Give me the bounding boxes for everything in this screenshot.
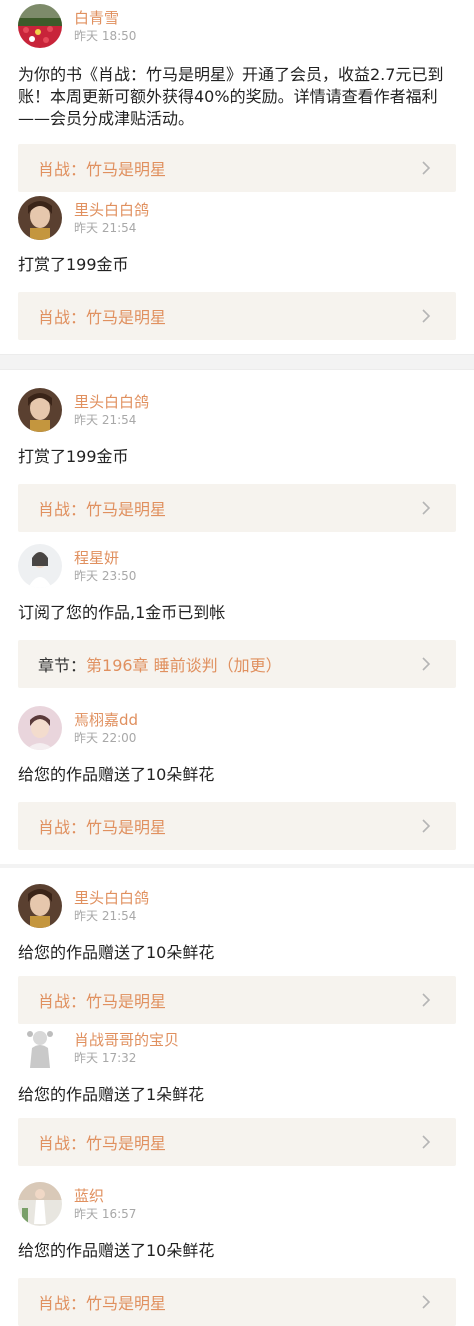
chevron-right-icon	[416, 158, 436, 178]
user-name[interactable]: 肖战哥哥的宝贝	[74, 1031, 179, 1049]
book-link-card[interactable]: 肖战：竹马是明星	[18, 802, 456, 850]
book-link-card[interactable]: 肖战：竹马是明星	[18, 1118, 456, 1166]
notification-message: 给您的作品赠送了10朵鲜花	[18, 1241, 215, 1260]
woman-portrait-avatar-icon[interactable]	[18, 388, 62, 432]
notification-message: 给您的作品赠送了10朵鲜花	[18, 943, 215, 962]
book-link-card[interactable]: 肖战：竹马是明星	[18, 292, 456, 340]
book-link-card[interactable]: 肖战：竹马是明星	[18, 976, 456, 1024]
timestamp: 昨天 21:54	[74, 220, 137, 235]
notification-message: 给您的作品赠送了1朵鲜花	[18, 1085, 205, 1104]
section-divider	[0, 354, 474, 370]
timestamp: 昨天 23:50	[74, 568, 137, 583]
sketch-figure-avatar-icon[interactable]	[18, 1026, 62, 1070]
notification-item: 里头白白鸽 昨天 21:54 打赏了199金币 肖战：竹马是明星	[0, 370, 474, 532]
notification-item: 肖战哥哥的宝贝 昨天 17:32 给您的作品赠送了1朵鲜花 肖战：竹马是明星	[0, 1024, 474, 1166]
timestamp: 昨天 18:50	[74, 28, 137, 43]
notification-message: 给您的作品赠送了10朵鲜花	[18, 765, 215, 784]
notification-message: 订阅了您的作品,1金币已到帐	[18, 603, 226, 622]
timestamp: 昨天 21:54	[74, 412, 137, 427]
chevron-right-icon	[416, 498, 436, 518]
timestamp: 昨天 22:00	[74, 730, 137, 745]
chevron-right-icon	[416, 654, 436, 674]
notification-item: 焉栩嘉dd 昨天 22:00 给您的作品赠送了10朵鲜花 肖战：竹马是明星	[0, 688, 474, 850]
white-dress-avatar-icon[interactable]	[18, 544, 62, 588]
chevron-right-icon	[416, 990, 436, 1010]
link-title: 肖战：竹马是明星	[38, 1134, 167, 1153]
link-title: 第196章 睡前谈判（加更）	[86, 656, 282, 675]
notification-item: 蓝织 昨天 16:57 给您的作品赠送了10朵鲜花 肖战：竹马是明星	[0, 1166, 474, 1326]
notification-header: 白青雪 昨天 18:50	[0, 4, 474, 48]
notification-header: 里头白白鸽 昨天 21:54	[0, 196, 474, 240]
notification-item: 白青雪 昨天 18:50 为你的书《肖战：竹马是明星》开通了会员，收益2.7元已…	[0, 0, 474, 192]
timestamp: 昨天 16:57	[74, 1206, 137, 1221]
user-name[interactable]: 里头白白鸽	[74, 393, 149, 411]
link-title: 肖战：竹马是明星	[38, 818, 167, 837]
link-title: 肖战：竹马是明星	[38, 308, 167, 327]
chevron-right-icon	[416, 1292, 436, 1312]
notification-message: 打赏了199金币	[18, 255, 129, 274]
notification-message: 打赏了199金币	[18, 447, 129, 466]
user-name[interactable]: 焉栩嘉dd	[74, 711, 138, 729]
notification-item: 里头白白鸽 昨天 21:54 给您的作品赠送了10朵鲜花 肖战：竹马是明星	[0, 868, 474, 1024]
woman-portrait-avatar-icon[interactable]	[18, 884, 62, 928]
notification-message: 为你的书《肖战：竹马是明星》开通了会员，收益2.7元已到账！本周更新可额外获得4…	[18, 65, 444, 128]
notification-header: 焉栩嘉dd 昨天 22:00	[0, 706, 474, 750]
standing-figure-avatar-icon[interactable]	[18, 1182, 62, 1226]
notification-item: 程星妍 昨天 23:50 订阅了您的作品,1金币已到帐 章节： 第196章 睡前…	[0, 532, 474, 688]
chevron-right-icon	[416, 306, 436, 326]
timestamp: 昨天 17:32	[74, 1050, 137, 1065]
timestamp: 昨天 21:54	[74, 908, 137, 923]
user-name[interactable]: 蓝织	[74, 1187, 136, 1205]
link-title: 肖战：竹马是明星	[38, 160, 167, 179]
link-title: 肖战：竹马是明星	[38, 500, 167, 519]
link-prefix: 章节：	[38, 656, 87, 675]
user-name[interactable]: 里头白白鸽	[74, 889, 149, 907]
book-link-card[interactable]: 肖战：竹马是明星	[18, 484, 456, 532]
user-name[interactable]: 白青雪	[74, 9, 136, 27]
tulip-field-avatar-icon[interactable]	[18, 4, 62, 48]
notification-header: 蓝织 昨天 16:57	[0, 1182, 474, 1226]
user-name[interactable]: 里头白白鸽	[74, 201, 149, 219]
pink-portrait-avatar-icon[interactable]	[18, 706, 62, 750]
notification-header: 里头白白鸽 昨天 21:54	[0, 884, 474, 928]
woman-portrait-avatar-icon[interactable]	[18, 196, 62, 240]
notification-item: 里头白白鸽 昨天 21:54 打赏了199金币 肖战：竹马是明星	[0, 192, 474, 340]
chevron-right-icon	[416, 1132, 436, 1152]
chapter-link-card[interactable]: 章节： 第196章 睡前谈判（加更）	[18, 640, 456, 688]
chevron-right-icon	[416, 816, 436, 836]
book-link-card[interactable]: 肖战：竹马是明星	[18, 144, 456, 192]
book-link-card[interactable]: 肖战：竹马是明星	[18, 1278, 456, 1326]
link-title: 肖战：竹马是明星	[38, 992, 167, 1011]
user-name[interactable]: 程星妍	[74, 549, 136, 567]
notification-header: 里头白白鸽 昨天 21:54	[0, 388, 474, 432]
notification-header: 肖战哥哥的宝贝 昨天 17:32	[0, 1026, 474, 1070]
notification-feed: 白青雪 昨天 18:50 为你的书《肖战：竹马是明星》开通了会员，收益2.7元已…	[0, 0, 474, 1326]
notification-header: 程星妍 昨天 23:50	[0, 544, 474, 588]
link-title: 肖战：竹马是明星	[38, 1294, 167, 1313]
